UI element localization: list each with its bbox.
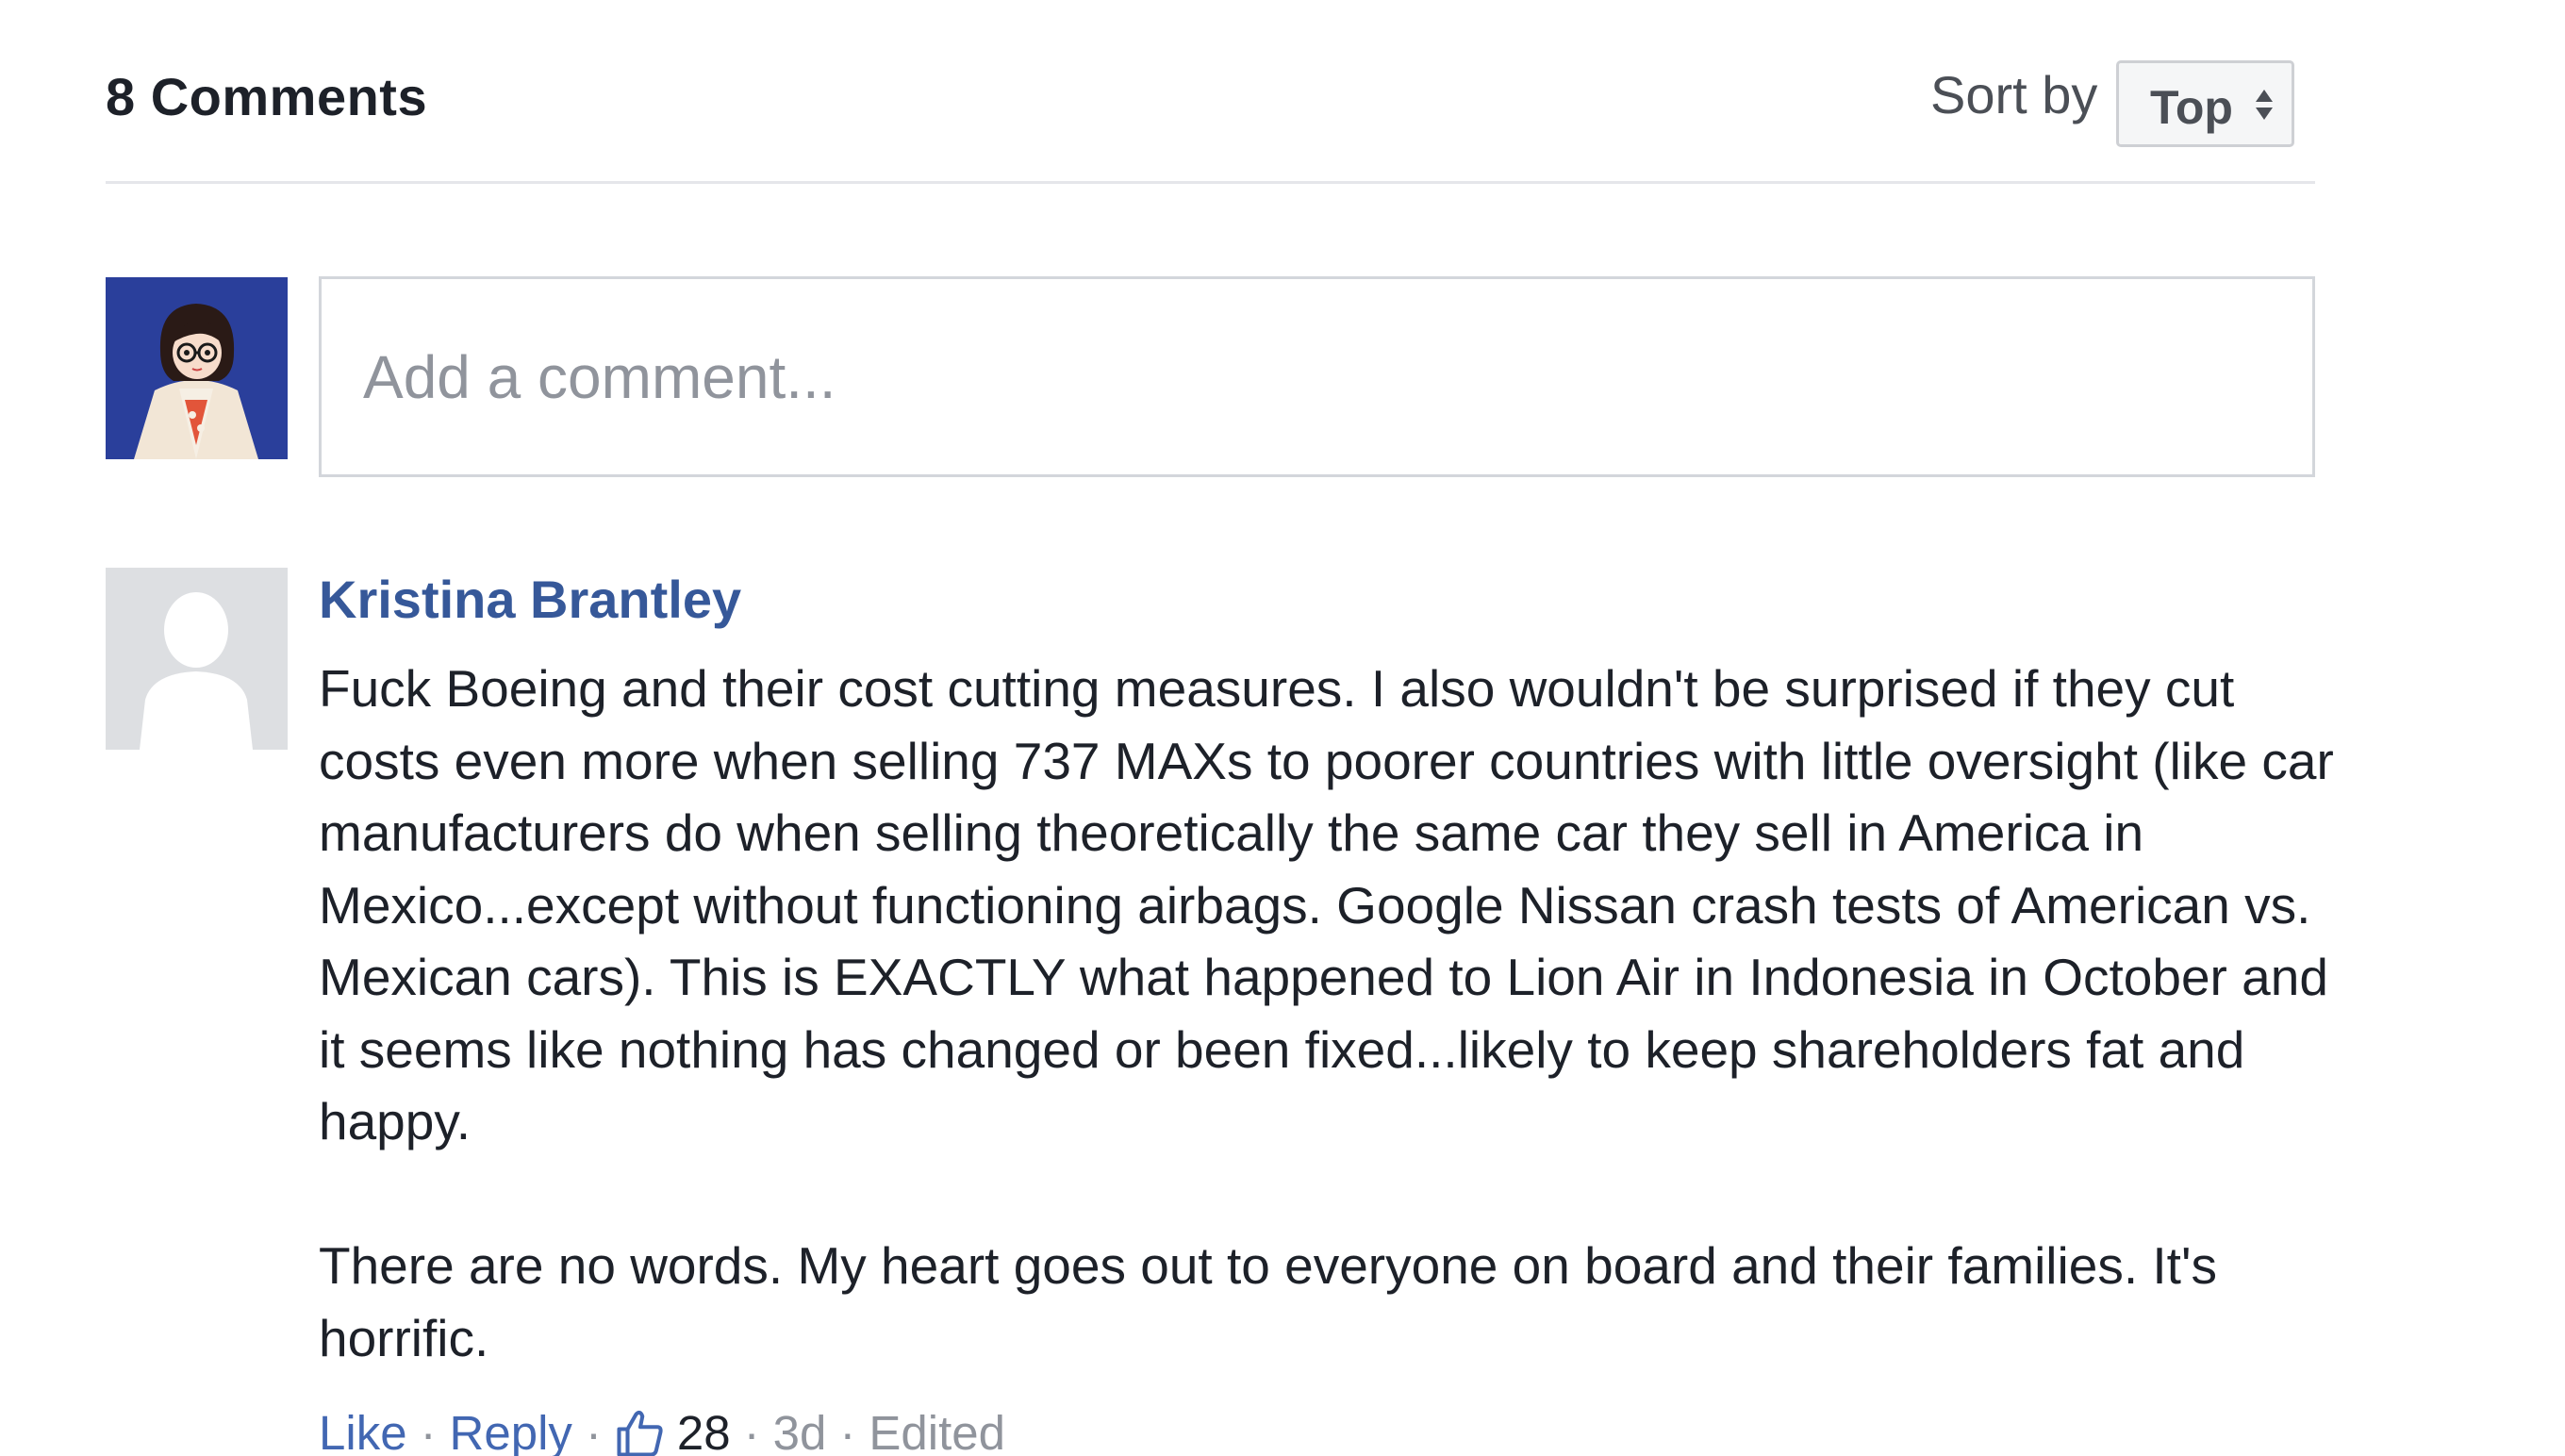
comment-text: Fuck Boeing and their cost cutting measu…: [319, 653, 2356, 1374]
comments-plugin: 8 Comments Sort by Top Add a comment... …: [0, 0, 2565, 1456]
comment-author-link[interactable]: Kristina Brantley: [319, 569, 741, 630]
comment-input[interactable]: [319, 276, 2315, 477]
reply-link[interactable]: Reply: [450, 1405, 572, 1456]
comments-header: 8 Comments Sort by Top: [106, 57, 2315, 184]
comment-actions: Like · Reply · 28 · 3d · Edited: [319, 1405, 1005, 1456]
comment-count: 8 Comments: [106, 67, 428, 126]
comment-age[interactable]: 3d: [773, 1405, 827, 1456]
current-user-avatar[interactable]: [106, 277, 288, 459]
separator-dot: ·: [585, 1406, 602, 1456]
sort-selected-value: Top: [2150, 81, 2233, 134]
comment-paragraph: There are no words. My heart goes out to…: [319, 1236, 2217, 1367]
sort-label: Sort by: [1930, 65, 2098, 124]
like-count: 28: [676, 1406, 731, 1456]
comment-paragraph: Fuck Boeing and their cost cutting measu…: [319, 659, 2334, 1150]
separator-dot: ·: [743, 1406, 760, 1456]
silhouette-avatar-icon: [106, 568, 288, 750]
like-link[interactable]: Like: [319, 1405, 407, 1456]
thumbs-up-icon: [617, 1410, 663, 1456]
commenter-avatar[interactable]: [106, 568, 288, 750]
sort-dropdown[interactable]: Top: [2116, 60, 2294, 147]
user-avatar-illustration: [106, 277, 288, 459]
sort-arrows-icon: [2256, 90, 2273, 120]
edited-label[interactable]: Edited: [869, 1405, 1005, 1456]
separator-dot: ·: [420, 1406, 437, 1456]
separator-dot: ·: [839, 1406, 856, 1456]
